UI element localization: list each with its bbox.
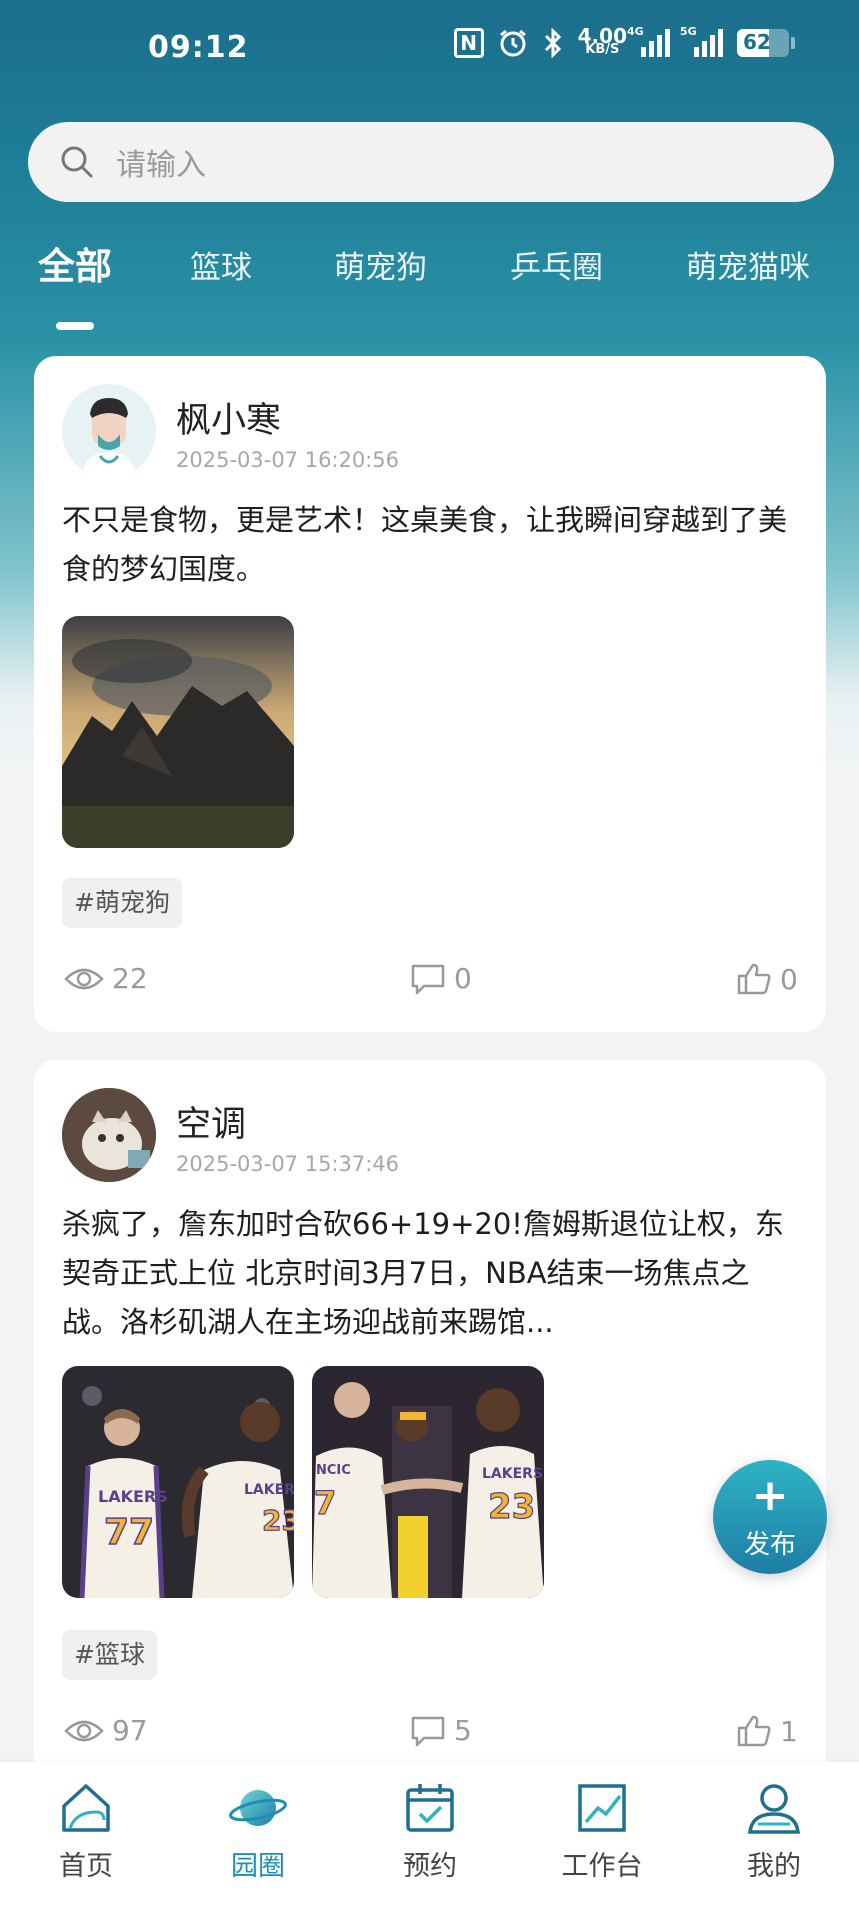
post-image-players[interactable]: NCIC 7 LAKERS 23 (312, 1366, 544, 1598)
post-image-mountain[interactable] (62, 616, 294, 848)
eye-icon (64, 968, 104, 989)
tab-indicator (56, 322, 94, 330)
nav-label: 我的 (747, 1851, 801, 1882)
user-icon (748, 1784, 800, 1834)
bluetooth-icon (544, 28, 561, 58)
publish-button[interactable]: + 发布 (713, 1460, 827, 1574)
post-text[interactable]: 杀疯了，詹东加时合砍66+19+20!詹姆斯退位让权，东契奇正式上位 北京时间3… (62, 1200, 802, 1347)
post-card[interactable]: 空调 2025-03-07 15:37:46 杀疯了，詹东加时合砍66+19+2… (34, 1060, 826, 1780)
thumbs-up-icon (737, 1715, 771, 1747)
nfc-icon: N (453, 28, 484, 58)
avatar[interactable] (62, 1088, 156, 1182)
nav-label: 首页 (59, 1851, 113, 1882)
category-tabs: 全部 篮球 萌宠狗 乒乓圈 萌宠猫咪 (0, 236, 859, 306)
post-tag[interactable]: #萌宠狗 (62, 878, 182, 928)
status-icons: N 4.00 KB/S 4G 5G 62 (453, 24, 795, 58)
signal-5g-icon: 5G (680, 25, 723, 57)
alarm-icon (499, 29, 526, 57)
comment-button[interactable]: 0 (410, 962, 472, 995)
tab-cute-dog[interactable]: 萌宠狗 (334, 242, 427, 287)
svg-text:LAKERS: LAKERS (482, 1466, 543, 1482)
battery-icon: 62 (737, 29, 789, 57)
nav-workbench[interactable]: 工作台 (532, 1778, 672, 1883)
nav-home[interactable]: 首页 (16, 1778, 156, 1883)
nav-label: 园圈 (231, 1851, 285, 1882)
tab-all[interactable]: 全部 (38, 236, 112, 290)
nav-label: 预约 (403, 1851, 457, 1882)
status-time: 09:12 (148, 30, 249, 65)
username[interactable]: 枫小寒 (176, 392, 281, 443)
nav-booking[interactable]: 预约 (360, 1778, 500, 1883)
post-text[interactable]: 不只是食物，更是艺术！这桌美食，让我瞬间穿越到了美食的梦幻国度。 (62, 496, 802, 594)
search-icon (61, 146, 93, 178)
tab-basketball[interactable]: 篮球 (190, 242, 252, 287)
search-input[interactable]: 请输入 (116, 140, 206, 184)
calendar-check-icon (406, 1784, 454, 1832)
comment-icon (411, 964, 445, 994)
thumbs-up-icon (737, 963, 771, 995)
post-tag[interactable]: #篮球 (62, 1630, 157, 1680)
search-bar[interactable]: 请输入 (28, 122, 834, 202)
like-button[interactable]: 1 (736, 1714, 798, 1748)
nav-label: 工作台 (561, 1851, 643, 1882)
eye-icon (64, 1720, 104, 1741)
view-count: 22 (64, 962, 148, 995)
plus-icon: + (751, 1470, 789, 1521)
view-count: 97 (64, 1714, 148, 1747)
tab-cute-cat[interactable]: 萌宠猫咪 (686, 242, 810, 287)
bottom-nav: 首页 园圈 预约 工作台 我的 (0, 1762, 859, 1920)
battery-tip (791, 37, 795, 49)
home-icon (62, 1784, 110, 1832)
nav-circle[interactable]: 园圈 (188, 1778, 328, 1883)
tab-pingpong[interactable]: 乒乓圈 (510, 242, 603, 287)
nav-profile[interactable]: 我的 (704, 1778, 844, 1883)
signal-4g-icon: 4G (627, 25, 670, 57)
svg-text:77: 77 (104, 1512, 154, 1553)
avatar[interactable] (62, 384, 156, 478)
post-card[interactable]: 枫小寒 2025-03-07 16:20:56 不只是食物，更是艺术！这桌美食，… (34, 356, 826, 1032)
svg-text:LAKERS: LAKERS (98, 1487, 168, 1506)
publish-label: 发布 (743, 1530, 796, 1560)
post-time: 2025-03-07 16:20:56 (176, 448, 400, 472)
svg-text:NCIC: NCIC (316, 1463, 351, 1478)
chart-icon (578, 1784, 626, 1832)
status-bar: 09:12 N 4.00 KB/S 4G 5G 62 (0, 0, 859, 96)
post-time: 2025-03-07 15:37:46 (176, 1152, 400, 1176)
post-image-players[interactable]: LAKERS 77 LAKERS 23 (62, 1366, 294, 1598)
planet-icon (229, 1790, 287, 1826)
comment-button[interactable]: 5 (410, 1714, 472, 1747)
svg-text:23: 23 (262, 1504, 294, 1537)
username[interactable]: 空调 (176, 1096, 246, 1147)
svg-text:7: 7 (314, 1484, 336, 1522)
comment-icon (411, 1716, 445, 1746)
like-button[interactable]: 0 (736, 962, 798, 996)
svg-text:LAKERS: LAKERS (244, 1482, 294, 1498)
svg-text:23: 23 (488, 1487, 535, 1527)
network-speed: 4.00 KB/S (577, 24, 627, 57)
